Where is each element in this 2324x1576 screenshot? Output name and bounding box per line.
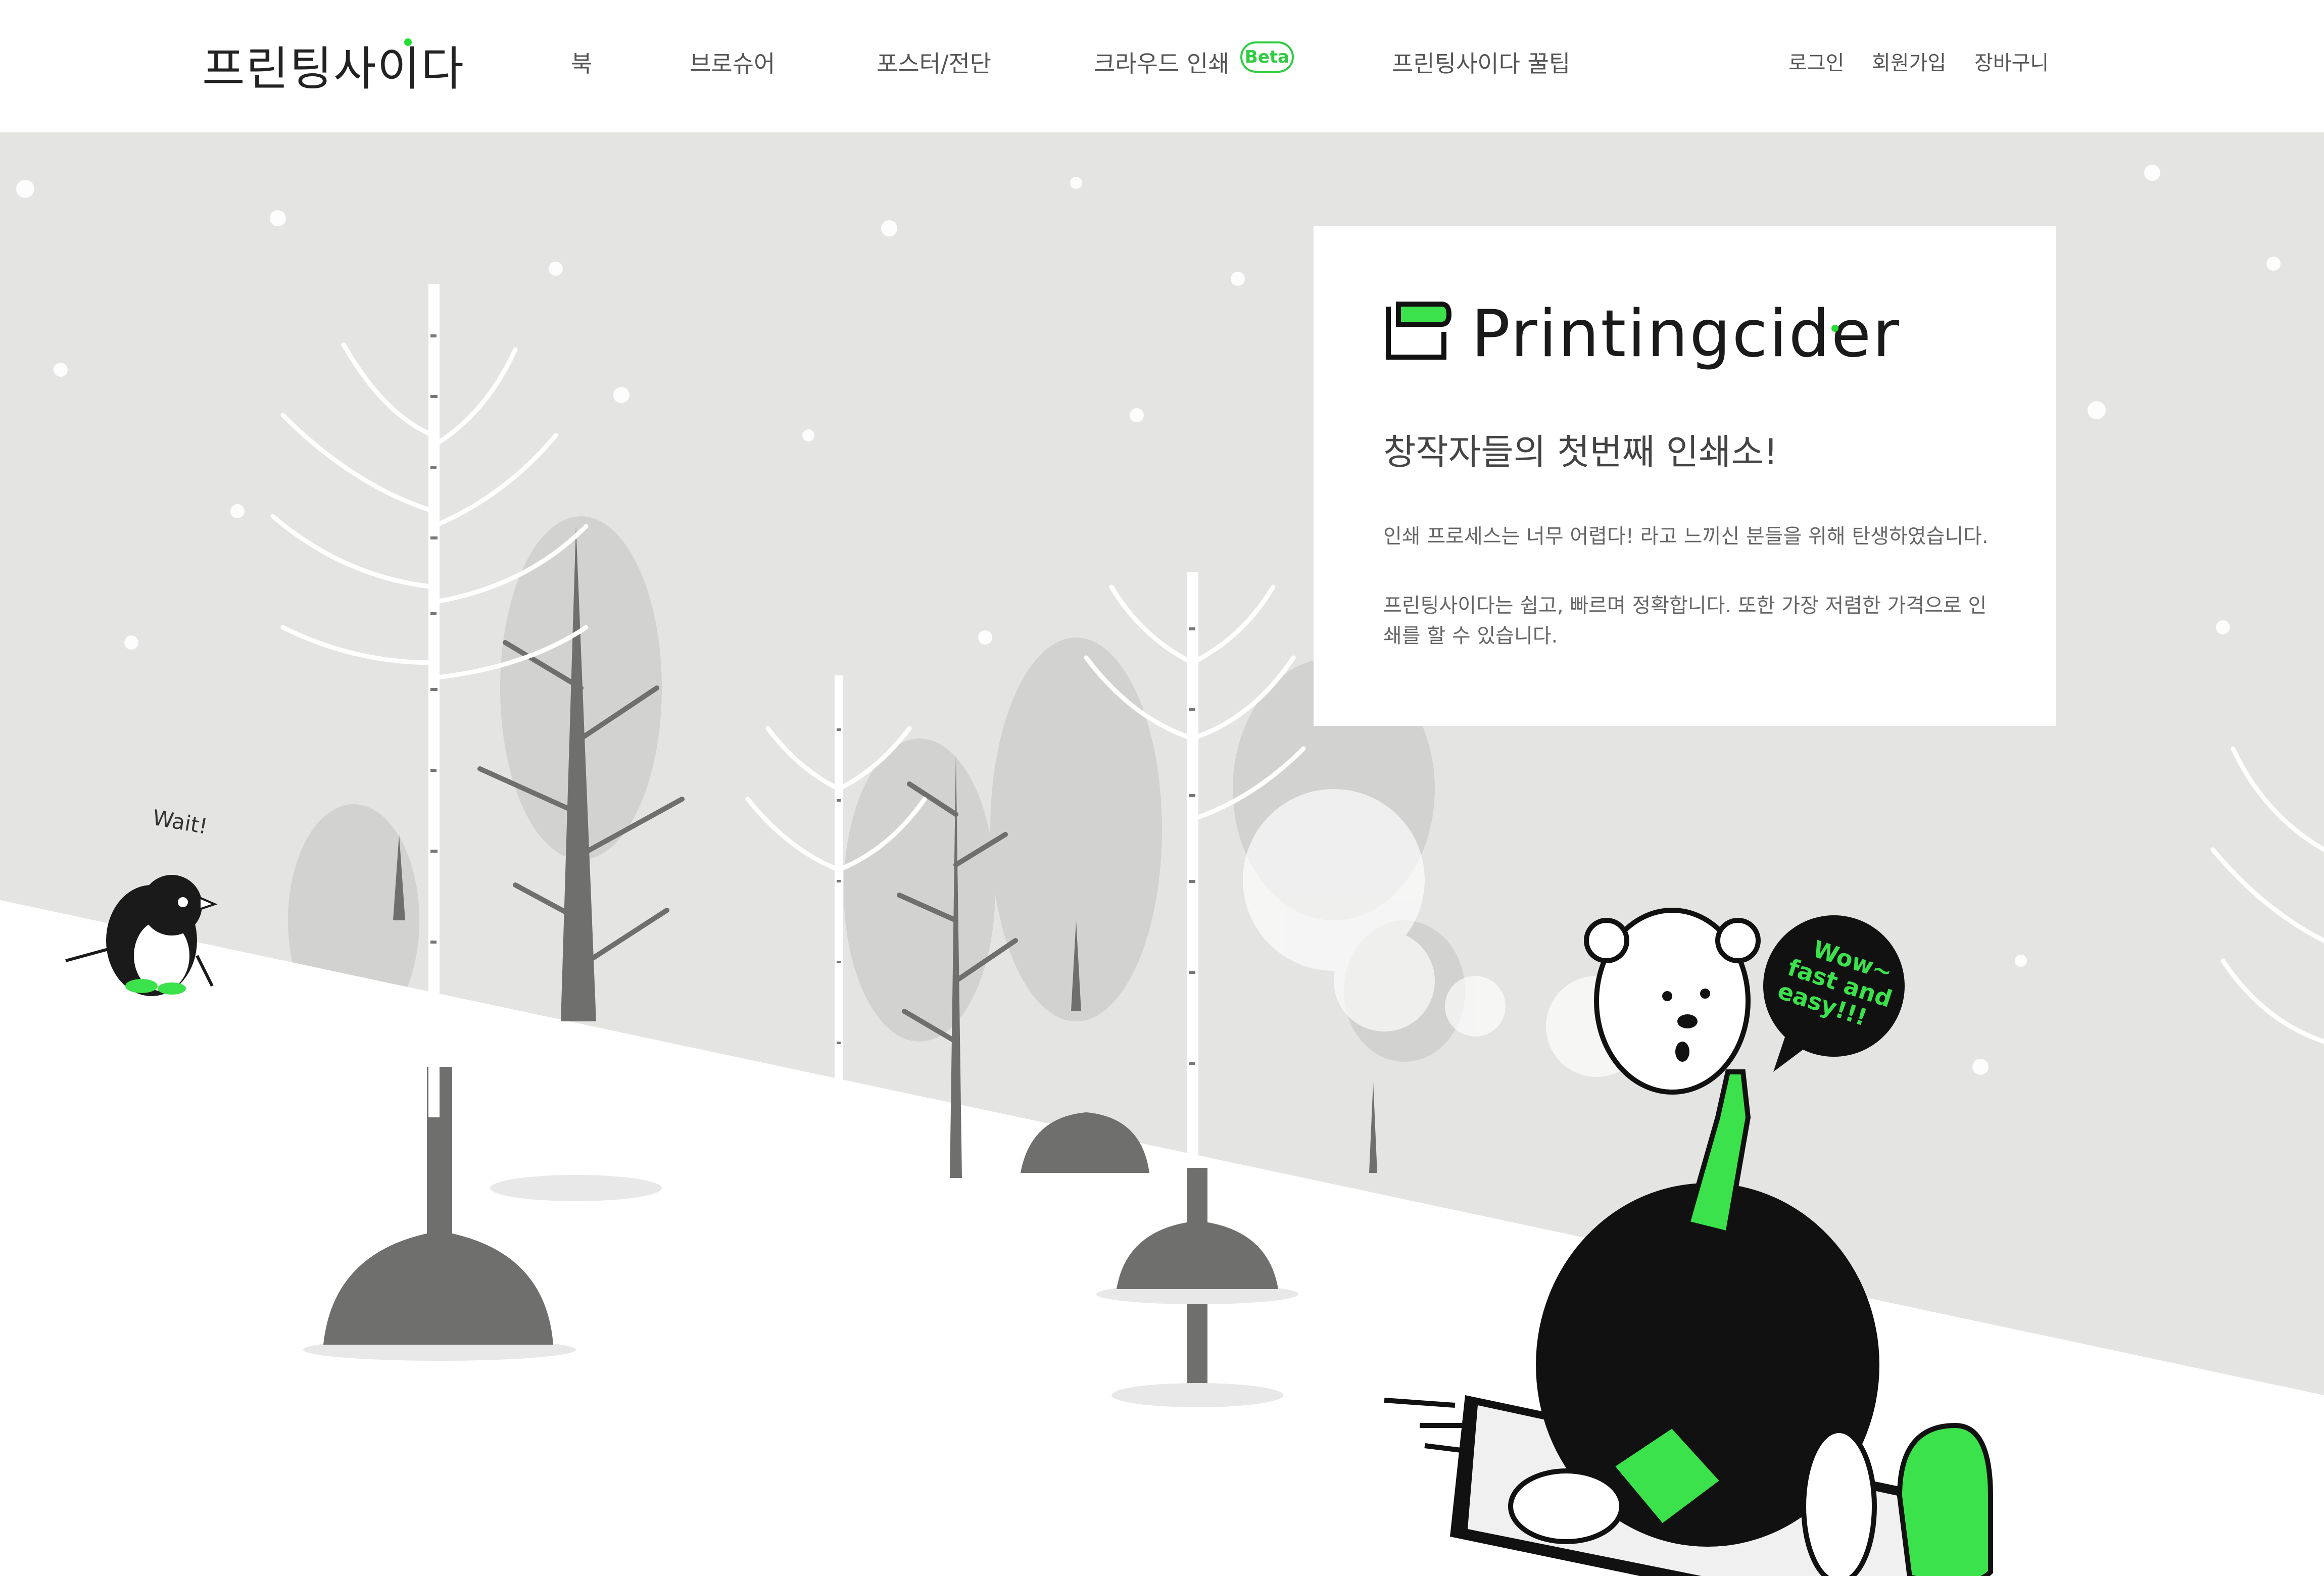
nav-item-book[interactable]: 북 (571, 45, 592, 79)
nav-item-poster[interactable]: 포스터/전단 (877, 45, 991, 79)
nav-item-crowd-print[interactable]: 크라우드 인쇄 (1094, 45, 1230, 79)
card-headline: 창작자들의 첫번째 인쇄소! (1383, 431, 1778, 473)
brand-dot-icon (1831, 325, 1838, 332)
login-link[interactable]: 로그인 (1788, 46, 1844, 76)
beta-badge: Beta (1240, 41, 1294, 73)
printingcider-icon (1386, 302, 1452, 360)
nav-item-tips[interactable]: 프린팅사이다 꿀팁 (1392, 45, 1570, 79)
top-navigation: 프린팅사이다 북 브로슈어 포스터/전단 크라우드 인쇄 Beta 프린팅사이다… (0, 0, 2324, 132)
signup-link[interactable]: 회원가입 (1872, 46, 1946, 76)
intro-card: Printingcider 창작자들의 첫번째 인쇄소! 인쇄 프로세스는 너무… (1314, 226, 2056, 726)
brand-wordmark: Printingcider (1471, 297, 1901, 372)
nav-item-brochure[interactable]: 브로슈어 (690, 45, 775, 79)
card-paragraph-1: 인쇄 프로세스는 너무 어렵다! 라고 느끼신 분들을 위해 탄생하였습니다. (1383, 525, 1989, 548)
site-logo[interactable]: 프린팅사이다 (202, 31, 465, 98)
logo-dot-icon (404, 38, 412, 46)
cart-link[interactable]: 장바구니 (1974, 46, 2049, 76)
card-paragraph-2: 프린팅사이다는 쉽고, 빠르며 정확합니다. 또한 가장 저렴한 가격으로 인쇄… (1383, 594, 1987, 648)
